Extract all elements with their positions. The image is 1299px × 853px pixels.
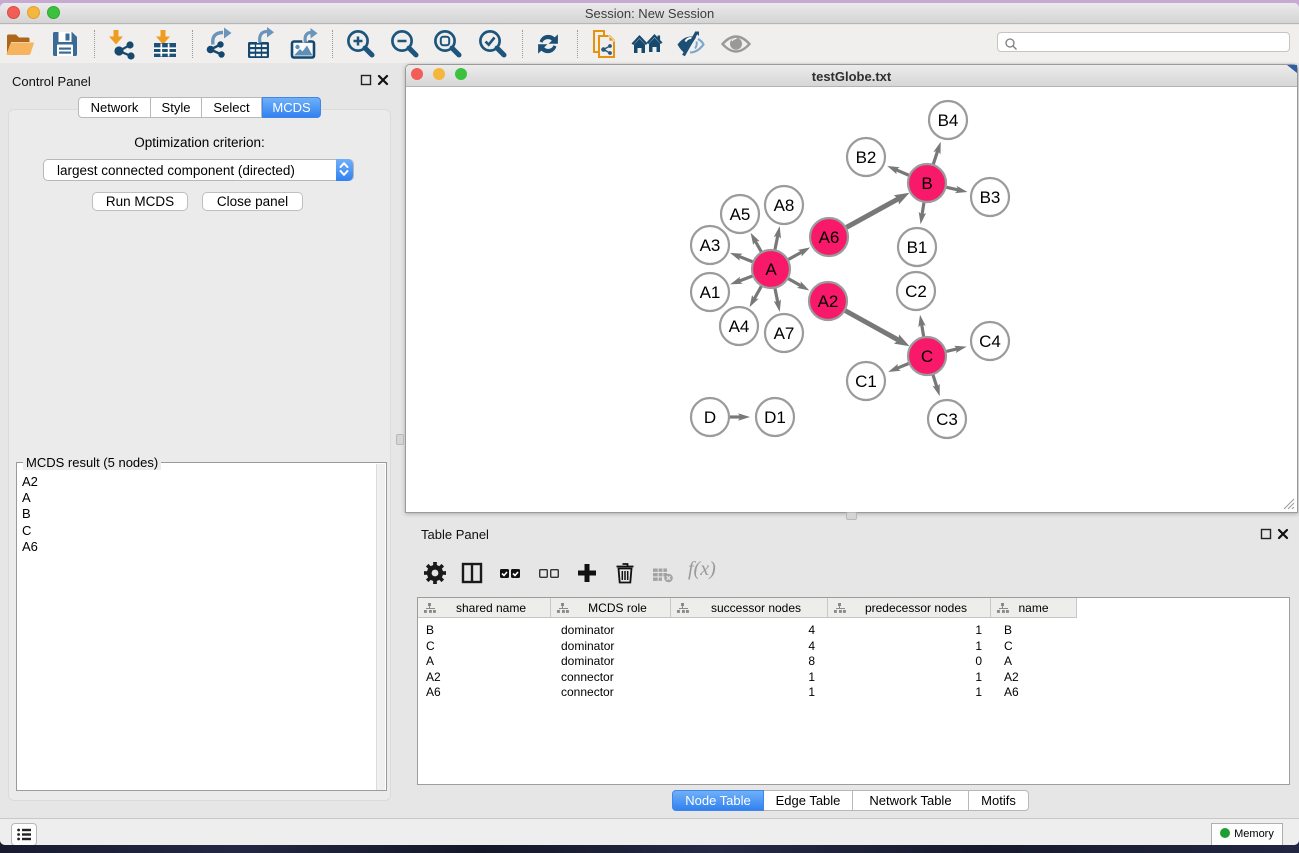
- svg-text:B: B: [921, 174, 932, 193]
- svg-text:C3: C3: [936, 410, 958, 429]
- svg-text:B1: B1: [907, 238, 928, 257]
- svg-text:C2: C2: [905, 282, 927, 301]
- svg-text:A5: A5: [730, 205, 751, 224]
- svg-text:A6: A6: [819, 228, 840, 247]
- svg-text:B3: B3: [980, 188, 1001, 207]
- svg-text:A4: A4: [729, 317, 750, 336]
- svg-text:D1: D1: [764, 408, 786, 427]
- svg-text:A3: A3: [700, 236, 721, 255]
- svg-text:A1: A1: [700, 283, 721, 302]
- svg-text:D: D: [704, 408, 716, 427]
- svg-text:A7: A7: [774, 324, 795, 343]
- svg-text:B4: B4: [938, 111, 959, 130]
- svg-text:A2: A2: [818, 292, 839, 311]
- svg-text:C: C: [921, 347, 933, 366]
- svg-text:A: A: [765, 260, 777, 279]
- svg-text:C1: C1: [855, 372, 877, 391]
- svg-text:C4: C4: [979, 332, 1001, 351]
- svg-text:B2: B2: [856, 148, 877, 167]
- svg-text:A8: A8: [774, 196, 795, 215]
